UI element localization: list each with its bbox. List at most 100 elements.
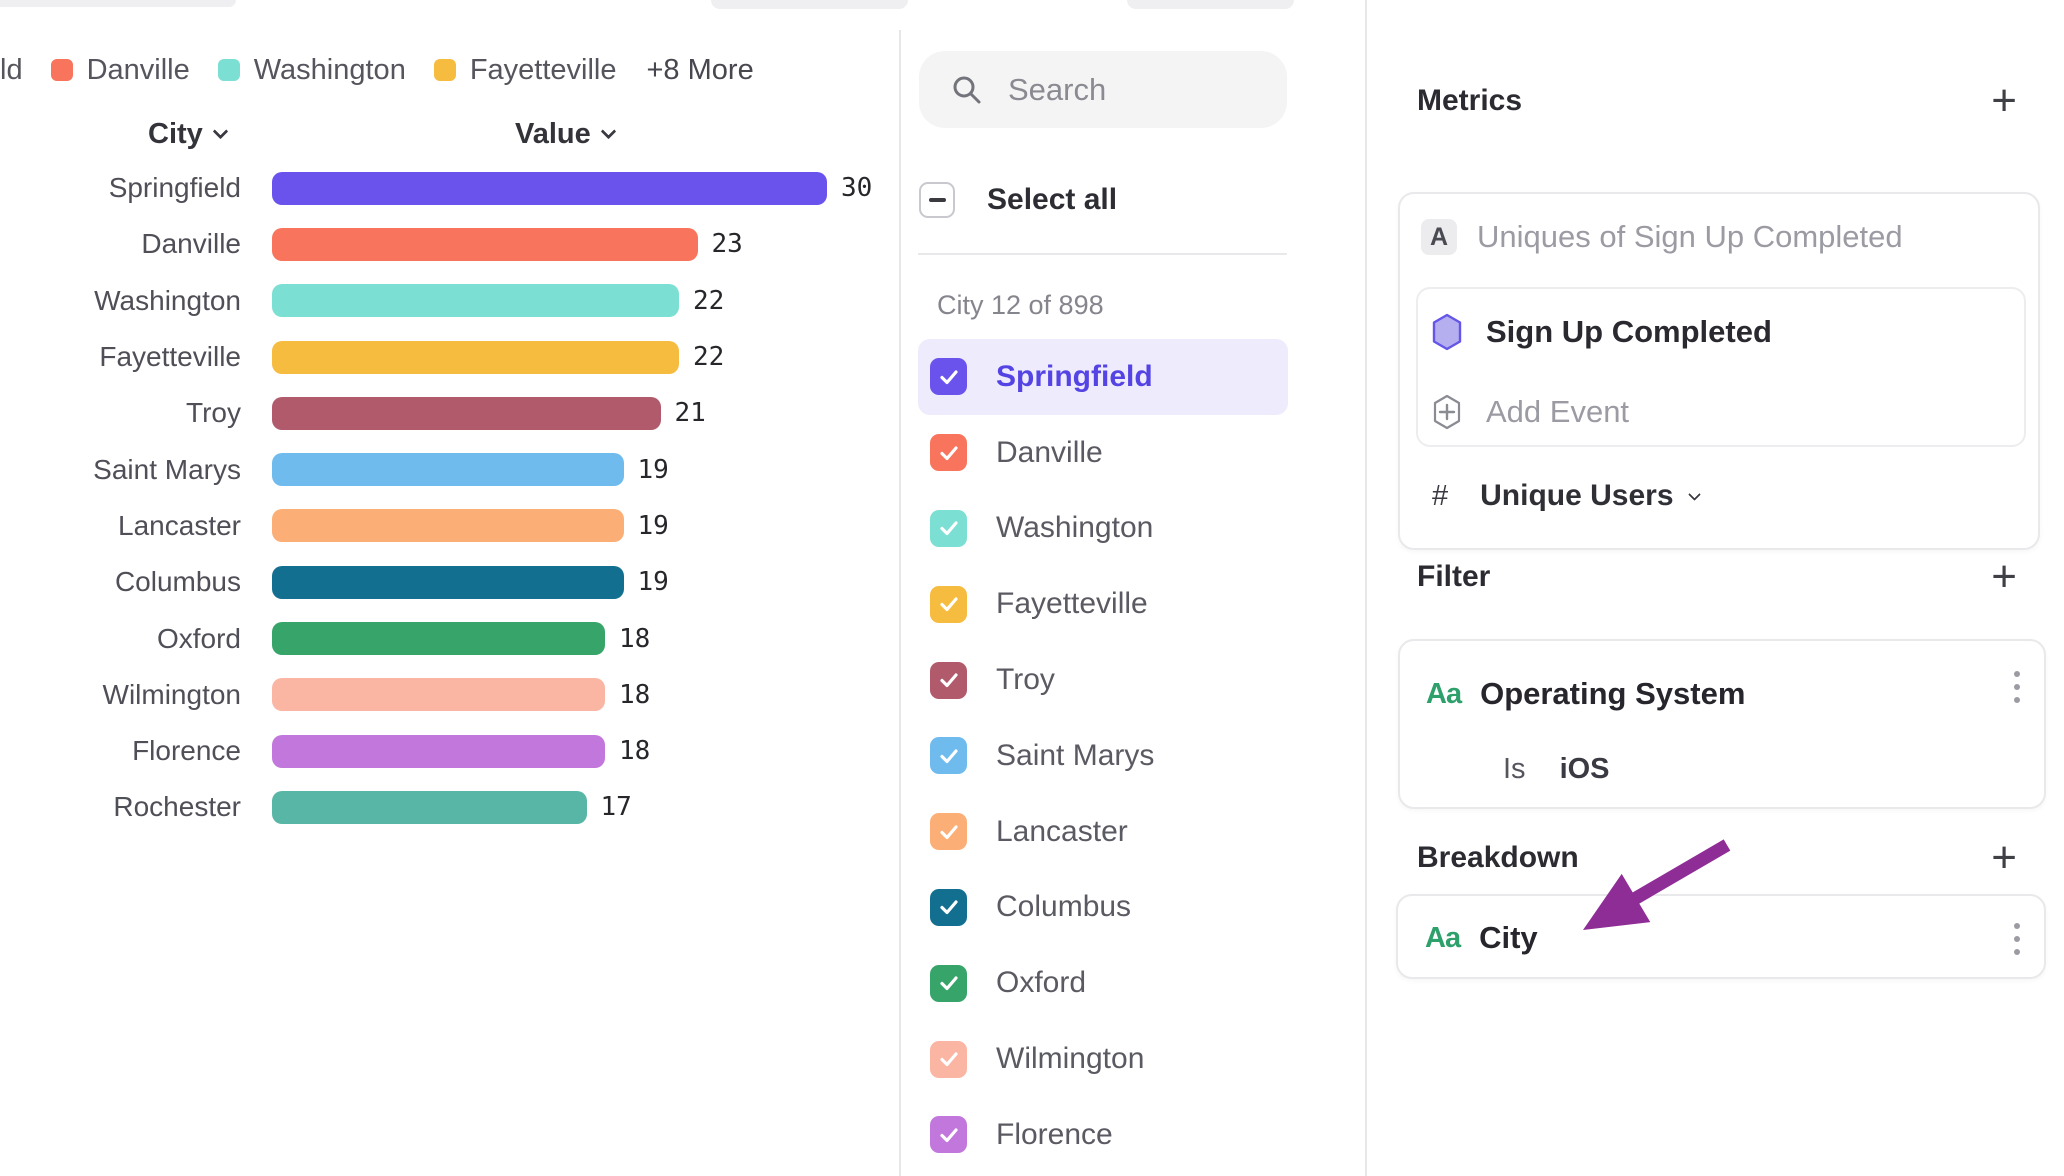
city-label: Columbus [996, 890, 1131, 924]
chart-row-city-label: Wilmington [0, 679, 241, 711]
kebab-menu-icon[interactable] [2014, 667, 2020, 706]
chart-row[interactable]: Saint Marys19 [0, 441, 900, 497]
text-property-icon: Aa [1425, 922, 1460, 955]
chart-row-city-label: Danville [0, 228, 241, 260]
chevron-down-icon [601, 124, 617, 140]
city-list-item[interactable]: Florence [918, 1097, 1288, 1173]
city-checkbox[interactable] [930, 1041, 967, 1078]
add-filter-button[interactable]: + [1991, 562, 2017, 592]
filter-card[interactable]: Aa Operating System Is iOS [1398, 639, 2046, 809]
checkmark-icon [938, 972, 960, 994]
city-checkbox[interactable] [930, 510, 967, 547]
kebab-menu-icon[interactable] [2014, 919, 2020, 958]
chart-row[interactable]: Troy21 [0, 385, 900, 441]
breakdown-property-row[interactable]: Aa City [1425, 920, 1538, 956]
legend-item[interactable]: Fayetteville [434, 54, 617, 87]
metric-card[interactable]: A Uniques of Sign Up Completed Sign Up C… [1398, 192, 2040, 550]
city-list-item[interactable]: Fayetteville [918, 566, 1288, 642]
checkmark-icon [938, 366, 960, 388]
city-checkbox[interactable] [930, 965, 967, 1002]
city-checkbox[interactable] [930, 889, 967, 926]
filter-section-header: Filter + [1417, 560, 2017, 594]
city-list-item[interactable]: Springfield [918, 339, 1288, 415]
chart-row[interactable]: Columbus19 [0, 554, 900, 610]
filter-condition-row[interactable]: Is iOS [1503, 753, 1610, 786]
chart-bar-value: 23 [712, 229, 743, 259]
chart-bar[interactable] [272, 284, 679, 317]
city-checkbox[interactable] [930, 662, 967, 699]
city-label: Oxford [996, 966, 1086, 1000]
chart-bar[interactable] [272, 735, 605, 768]
chart-bar[interactable] [272, 622, 605, 655]
city-list-item[interactable]: Lancaster [918, 794, 1288, 870]
chart-row-city-label: Oxford [0, 623, 241, 655]
city-label: Danville [996, 436, 1103, 470]
chart-bar[interactable] [272, 509, 624, 542]
chart-bar[interactable] [272, 341, 679, 374]
event-row[interactable]: Sign Up Completed [1431, 312, 1772, 352]
chart-row-city-label: Washington [0, 285, 241, 317]
city-label: Lancaster [996, 815, 1128, 849]
city-list-item[interactable]: Danville [918, 415, 1288, 491]
chart-bar[interactable] [272, 453, 624, 486]
chart-row-city-label: Springfield [0, 172, 241, 204]
city-list-item[interactable]: Troy [918, 642, 1288, 718]
divider [918, 253, 1287, 255]
city-label: Wilmington [996, 1042, 1144, 1076]
city-column-header[interactable]: City [148, 118, 226, 151]
add-event-row[interactable]: Add Event [1431, 392, 1629, 432]
chart-row[interactable]: Rochester17 [0, 779, 900, 835]
chart-bar[interactable] [272, 566, 624, 599]
add-metric-button[interactable]: + [1991, 86, 2017, 116]
event-card: Sign Up Completed Add Event [1416, 287, 2026, 447]
city-list-item[interactable]: Wilmington [918, 1021, 1288, 1097]
metric-label-row[interactable]: A Uniques of Sign Up Completed [1421, 219, 1903, 255]
chart-row[interactable]: Wilmington18 [0, 667, 900, 723]
legend-label: Danville [87, 54, 190, 87]
city-checkbox[interactable] [930, 1116, 967, 1153]
chart-row[interactable]: Florence18 [0, 723, 900, 779]
legend-item[interactable]: Washington [218, 54, 406, 87]
chart-row[interactable]: Fayetteville22 [0, 329, 900, 385]
search-input[interactable]: Search [919, 51, 1287, 128]
chart-bar[interactable] [272, 678, 605, 711]
city-list-item[interactable]: Saint Marys [918, 718, 1288, 794]
chart-row[interactable]: Washington22 [0, 273, 900, 329]
filter-operator[interactable]: Is [1503, 753, 1526, 786]
chart-row[interactable]: Springfield30 [0, 160, 900, 216]
legend-item-truncated[interactable]: ld [0, 54, 23, 87]
select-all-row[interactable]: Select all [919, 176, 1117, 224]
chart-row[interactable]: Lancaster19 [0, 498, 900, 554]
city-label: Springfield [996, 360, 1153, 394]
city-list-item[interactable]: Oxford [918, 945, 1288, 1021]
city-checkbox[interactable] [930, 434, 967, 471]
city-selector-panel: Search Select all City 12 of 898 Springf… [901, 0, 1365, 1176]
city-label: Washington [996, 511, 1153, 545]
chart-bar[interactable] [272, 791, 587, 824]
filter-value[interactable]: iOS [1560, 753, 1610, 786]
chart-bar[interactable] [272, 397, 661, 430]
chart-bar-value: 19 [638, 455, 669, 485]
legend-swatch [51, 59, 73, 81]
filter-title: Filter [1417, 560, 1490, 594]
city-checkbox[interactable] [930, 358, 967, 395]
chevron-down-icon [1688, 488, 1701, 501]
add-breakdown-button[interactable]: + [1991, 843, 2017, 873]
chart-bar[interactable] [272, 228, 698, 261]
city-checkbox[interactable] [930, 737, 967, 774]
city-checkbox[interactable] [930, 586, 967, 623]
city-list-item[interactable]: Columbus [918, 870, 1288, 946]
chart-row[interactable]: Danville 23 [0, 216, 900, 272]
legend-more-label[interactable]: +8 More [647, 54, 754, 87]
filter-property-row[interactable]: Aa Operating System [1426, 676, 1745, 712]
chart-row[interactable]: Oxford18 [0, 610, 900, 666]
metric-label: Uniques of Sign Up Completed [1477, 219, 1903, 255]
city-list-item[interactable]: Washington [918, 491, 1288, 567]
value-column-header[interactable]: Value [515, 118, 614, 151]
text-property-icon: Aa [1426, 678, 1461, 711]
city-checkbox[interactable] [930, 813, 967, 850]
select-all-checkbox[interactable] [919, 182, 955, 218]
legend-item[interactable]: Danville [51, 54, 190, 87]
chart-bar[interactable] [272, 172, 827, 205]
aggregation-selector[interactable]: # Unique Users [1432, 479, 1699, 513]
